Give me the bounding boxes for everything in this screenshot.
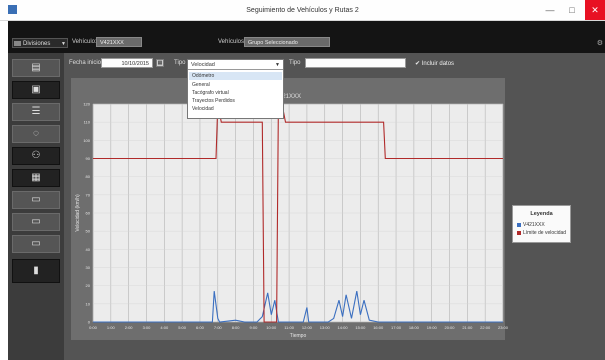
x-tick-label: 20:00 (445, 325, 456, 330)
type-option[interactable]: General (189, 81, 282, 89)
x-tick-label: 21:00 (462, 325, 473, 330)
legend-swatch (517, 222, 521, 227)
x-tick-label: 13:00 (320, 325, 331, 330)
x-tick-label: 7:00 (214, 325, 223, 330)
x-tick-label: 18:00 (409, 325, 420, 330)
legend-item-vehicle: V421XXX (517, 222, 545, 228)
x-tick-label: 23:00 (498, 325, 509, 330)
legend-title: Leyenda (530, 211, 553, 217)
legend-item-limit: Límite de velocidad (517, 230, 566, 236)
y-tick-label: 60 (86, 211, 91, 216)
x-tick-label: 12:00 (302, 325, 313, 330)
x-tick-label: 0:00 (89, 325, 98, 330)
type-option[interactable]: Odómetro (189, 72, 282, 80)
y-tick-label: 110 (84, 120, 91, 125)
x-tick-label: 3:00 (143, 325, 152, 330)
y-tick-label: 40 (86, 247, 91, 252)
legend-swatch (517, 230, 521, 235)
type-option[interactable]: Velocidad (189, 105, 282, 113)
y-tick-label: 120 (83, 102, 90, 107)
type-dropdown[interactable]: Velocidad ▼ Odómetro General Tacógrafo v… (187, 59, 284, 119)
y-tick-label: 70 (86, 192, 91, 197)
y-tick-label: 30 (86, 265, 91, 270)
y-tick-label: 90 (86, 156, 91, 161)
y-tick-label: 50 (86, 229, 91, 234)
x-tick-label: 10:00 (266, 325, 277, 330)
y-tick-label: 0 (88, 320, 91, 325)
y-tick-label: 10 (86, 301, 91, 306)
x-tick-label: 15:00 (355, 325, 366, 330)
x-tick-label: 17:00 (391, 325, 402, 330)
chevron-down-icon: ▼ (275, 62, 280, 68)
x-tick-label: 6:00 (196, 325, 205, 330)
x-tick-label: 4:00 (160, 325, 169, 330)
x-tick-label: 16:00 (373, 325, 384, 330)
x-axis-label: Tiempo (290, 333, 307, 339)
type-option[interactable]: Trayectos Perdidos (189, 97, 282, 105)
legend: Leyenda V421XXX Límite de velocidad (512, 205, 571, 243)
speed-chart: 0:00 1:00 2:00 3:00 4:00 5:00 6:00 7:00 8:00 9:00… (75, 102, 509, 340)
y-axis-label: Velocidad (km/h) (75, 194, 81, 232)
x-tick-label: 9:00 (250, 325, 259, 330)
x-tick-label: 14:00 (338, 325, 349, 330)
type-option[interactable]: Tacógrafo virtual (189, 89, 282, 97)
y-tick-label: 20 (86, 283, 91, 288)
x-tick-label: 11:00 (284, 325, 294, 330)
x-tick-label: 5:00 (178, 325, 187, 330)
type-dropdown-value[interactable]: Velocidad (188, 60, 283, 70)
y-tick-label: 80 (86, 174, 91, 179)
y-tick-label: 100 (83, 138, 90, 143)
x-tick-label: 19:00 (427, 325, 438, 330)
x-tick-label: 2:00 (125, 325, 134, 330)
x-tick-label: 1:00 (107, 325, 116, 330)
x-tick-label: 22:00 (480, 325, 491, 330)
x-tick-label: 8:00 (232, 325, 241, 330)
